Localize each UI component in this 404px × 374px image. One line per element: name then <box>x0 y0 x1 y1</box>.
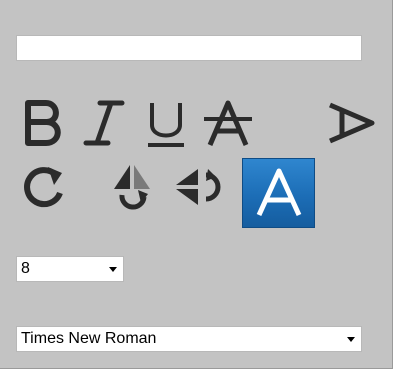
rotate-button[interactable] <box>12 155 76 219</box>
flip-horizontal-button[interactable] <box>164 155 228 219</box>
italic-button[interactable] <box>72 91 136 155</box>
font-family-value: Times New Roman <box>21 330 157 347</box>
text-fill-button[interactable] <box>242 158 315 228</box>
text-input[interactable] <box>16 35 362 61</box>
flip-vertical-button[interactable] <box>100 155 164 219</box>
flip-vertical-icon <box>114 163 150 210</box>
rotate-icon <box>24 167 63 208</box>
rotated-text-button[interactable] <box>318 91 382 155</box>
bold-button[interactable] <box>12 91 76 155</box>
strikethrough-icon <box>204 100 252 146</box>
flip-horizontal-icon <box>174 169 221 205</box>
font-family-select[interactable]: Times New Roman <box>16 326 362 352</box>
bold-icon <box>25 100 61 146</box>
italic-icon <box>83 100 125 146</box>
text-tool-panel: 8 Times New Roman <box>0 0 393 369</box>
strikethrough-button[interactable] <box>196 91 260 155</box>
font-size-value: 8 <box>21 260 30 277</box>
underline-icon <box>148 103 184 147</box>
rotated-text-icon <box>329 102 375 144</box>
chevron-down-icon <box>109 266 117 272</box>
underline-button[interactable] <box>134 91 198 155</box>
chevron-down-icon <box>347 336 355 342</box>
text-fill-icon <box>256 168 301 217</box>
font-size-select[interactable]: 8 <box>16 256 124 282</box>
